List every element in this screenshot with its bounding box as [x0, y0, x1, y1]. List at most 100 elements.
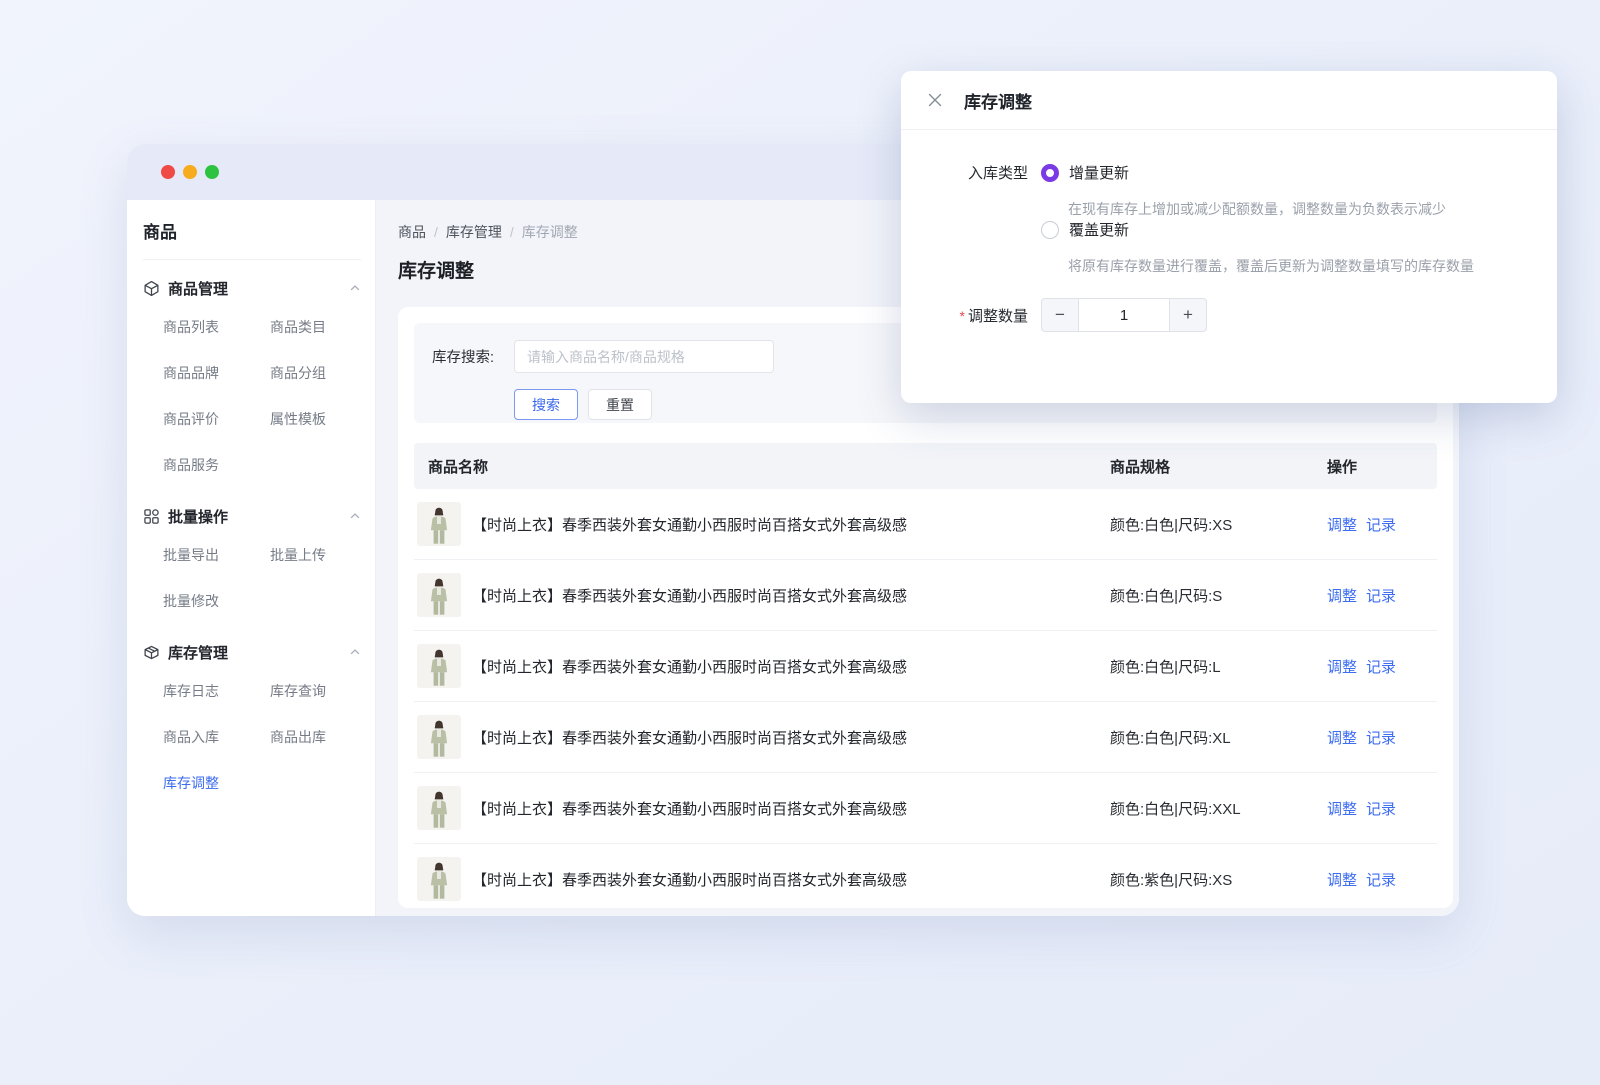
row-actions: 调整记录 [1327, 585, 1437, 606]
sidebar-group: 商品管理 商品列表 商品类目 商品品牌 商品分组 商品评价 属性模板 商品服务 [143, 278, 361, 488]
maximize-traffic-light[interactable] [205, 165, 219, 179]
radio-option[interactable]: 覆盖更新 [1041, 219, 1129, 240]
sidebar-item-库存查询[interactable]: 库存查询 [270, 668, 361, 714]
adjust-link[interactable]: 调整 [1327, 727, 1357, 748]
table-row: 【时尚上衣】春季西装外套女通勤小西服时尚百搭女式外套高级感 颜色:紫色|尺码:X… [414, 844, 1437, 908]
breadcrumb-item[interactable]: 商品 [398, 222, 426, 242]
sidebar-item-批量导出[interactable]: 批量导出 [163, 532, 270, 578]
sidebar-item-属性模板[interactable]: 属性模板 [270, 396, 361, 442]
product-spec: 颜色:白色|尺码:XXL [1110, 798, 1327, 819]
sidebar-item-商品出库[interactable]: 商品出库 [270, 714, 361, 760]
adjust-link[interactable]: 调整 [1327, 798, 1357, 819]
sidebar: 商品 商品管理 商品列表 商品类目 商品品牌 商品分组 商品评价 属性模板 商品… [127, 200, 376, 916]
radio-option-block: 覆盖更新 将原有库存数量进行覆盖，覆盖后更新为调整数量填写的库存数量 [925, 219, 1533, 276]
product-spec: 颜色:白色|尺码:S [1110, 585, 1327, 606]
column-header-name: 商品名称 [428, 456, 1110, 477]
sidebar-item-批量修改[interactable]: 批量修改 [163, 578, 270, 624]
table-row: 【时尚上衣】春季西装外套女通勤小西服时尚百搭女式外套高级感 颜色:白色|尺码:S… [414, 560, 1437, 631]
product-spec: 颜色:紫色|尺码:XS [1110, 869, 1327, 890]
table-row: 【时尚上衣】春季西装外套女通勤小西服时尚百搭女式外套高级感 颜色:白色|尺码:X… [414, 489, 1437, 560]
record-link[interactable]: 记录 [1366, 798, 1396, 819]
radio-option-label: 增量更新 [1069, 162, 1129, 183]
close-icon[interactable] [926, 91, 944, 109]
adjust-link[interactable]: 调整 [1327, 514, 1357, 535]
product-thumbnail [417, 715, 461, 759]
product-thumbnail [417, 857, 461, 901]
search-button[interactable]: 搜索 [514, 389, 578, 420]
increment-button[interactable]: + [1169, 298, 1207, 332]
radio-option[interactable]: 增量更新 [1041, 162, 1129, 183]
product-name: 【时尚上衣】春季西装外套女通勤小西服时尚百搭女式外套高级感 [472, 656, 907, 677]
close-traffic-light[interactable] [161, 165, 175, 179]
sidebar-item-商品入库[interactable]: 商品入库 [163, 714, 270, 760]
decrement-button[interactable]: − [1041, 298, 1079, 332]
product-thumbnail [417, 573, 461, 617]
table-header: 商品名称 商品规格 操作 [414, 443, 1437, 489]
record-link[interactable]: 记录 [1366, 869, 1396, 890]
breadcrumb-separator: / [510, 224, 514, 240]
row-actions: 调整记录 [1327, 727, 1437, 748]
box-icon [143, 644, 160, 661]
reset-button[interactable]: 重置 [588, 389, 652, 420]
product-thumbnail [417, 786, 461, 830]
search-label: 库存搜索: [432, 346, 514, 367]
row-actions: 调整记录 [1327, 869, 1437, 890]
record-link[interactable]: 记录 [1366, 514, 1396, 535]
adjust-link[interactable]: 调整 [1327, 869, 1357, 890]
adjust-link[interactable]: 调整 [1327, 656, 1357, 677]
chevron-up-icon[interactable] [349, 646, 361, 658]
table-row: 【时尚上衣】春季西装外套女通勤小西服时尚百搭女式外套高级感 颜色:白色|尺码:X… [414, 773, 1437, 844]
breadcrumb-item[interactable]: 库存管理 [446, 222, 502, 242]
row-actions: 调整记录 [1327, 656, 1437, 677]
row-actions: 调整记录 [1327, 798, 1437, 819]
sidebar-group: 批量操作 批量导出 批量上传 批量修改 [143, 506, 361, 624]
product-thumbnail [417, 502, 461, 546]
breadcrumb-item: 库存调整 [522, 222, 578, 242]
sidebar-group-label: 商品管理 [168, 278, 228, 299]
radio-icon[interactable] [1041, 164, 1059, 182]
sidebar-item-商品列表[interactable]: 商品列表 [163, 304, 270, 350]
grid-icon [143, 508, 160, 525]
search-input[interactable] [514, 340, 774, 373]
record-link[interactable]: 记录 [1366, 656, 1396, 677]
sidebar-group: 库存管理 库存日志 库存查询 商品入库 商品出库 库存调整 [143, 642, 361, 806]
radio-option-block: 入库类型 增量更新 在现有库存上增加或减少配额数量，调整数量为负数表示减少 [925, 162, 1533, 219]
table-row: 【时尚上衣】春季西装外套女通勤小西服时尚百搭女式外套高级感 颜色:白色|尺码:X… [414, 702, 1437, 773]
product-thumbnail [417, 644, 461, 688]
radio-option-label: 覆盖更新 [1069, 219, 1129, 240]
row-actions: 调整记录 [1327, 514, 1437, 535]
adjust-link[interactable]: 调整 [1327, 585, 1357, 606]
product-spec: 颜色:白色|尺码:XS [1110, 514, 1327, 535]
sidebar-item-库存调整[interactable]: 库存调整 [163, 760, 270, 806]
product-name: 【时尚上衣】春季西装外套女通勤小西服时尚百搭女式外套高级感 [472, 798, 907, 819]
chevron-up-icon[interactable] [349, 282, 361, 294]
modal-header: 库存调整 [901, 71, 1557, 130]
sidebar-item-商品分组[interactable]: 商品分组 [270, 350, 361, 396]
radio-icon[interactable] [1041, 221, 1059, 239]
quantity-label: *调整数量 [925, 305, 1028, 326]
sidebar-group-header[interactable]: 库存管理 [143, 642, 361, 662]
quantity-stepper: − + [1041, 298, 1207, 332]
record-link[interactable]: 记录 [1366, 585, 1396, 606]
record-link[interactable]: 记录 [1366, 727, 1396, 748]
product-name: 【时尚上衣】春季西装外套女通勤小西服时尚百搭女式外套高级感 [472, 514, 907, 535]
sidebar-item-商品类目[interactable]: 商品类目 [270, 304, 361, 350]
sidebar-item-商品评价[interactable]: 商品评价 [163, 396, 270, 442]
breadcrumb-separator: / [434, 224, 438, 240]
sidebar-group-label: 批量操作 [168, 506, 228, 527]
inbound-type-label: 入库类型 [925, 162, 1028, 183]
sidebar-group-header[interactable]: 商品管理 [143, 278, 361, 298]
required-asterisk: * [960, 308, 965, 324]
quantity-input[interactable] [1079, 298, 1169, 332]
sidebar-item-库存日志[interactable]: 库存日志 [163, 668, 270, 714]
product-name: 【时尚上衣】春季西装外套女通勤小西服时尚百搭女式外套高级感 [472, 727, 907, 748]
sidebar-item-商品品牌[interactable]: 商品品牌 [163, 350, 270, 396]
option-description: 在现有库存上增加或减少配额数量，调整数量为负数表示减少 [1068, 199, 1533, 219]
sidebar-item-商品服务[interactable]: 商品服务 [163, 442, 270, 488]
chevron-up-icon[interactable] [349, 510, 361, 522]
sidebar-group-label: 库存管理 [168, 642, 228, 663]
quantity-row: *调整数量 − + [925, 298, 1533, 332]
sidebar-item-批量上传[interactable]: 批量上传 [270, 532, 361, 578]
sidebar-group-header[interactable]: 批量操作 [143, 506, 361, 526]
minimize-traffic-light[interactable] [183, 165, 197, 179]
